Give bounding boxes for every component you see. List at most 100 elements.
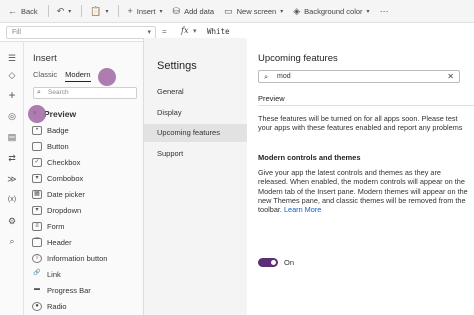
insert-item-progress-bar[interactable]: ▬ Progress Bar bbox=[32, 283, 91, 297]
insert-item-dropdown[interactable]: ▾ Dropdown bbox=[32, 203, 81, 217]
back-button[interactable]: ← Back bbox=[8, 6, 38, 16]
screen-icon: ▭ bbox=[224, 5, 233, 16]
insert-item-label: Radio bbox=[47, 301, 67, 311]
property-dropdown[interactable]: Fill ▾ bbox=[6, 26, 156, 39]
header-icon: ▔ bbox=[32, 237, 42, 247]
insert-item-date-picker[interactable]: ▦ Date picker bbox=[32, 187, 85, 201]
tab-divider bbox=[258, 105, 474, 106]
chevron-down-icon: ▾ bbox=[159, 8, 163, 15]
chevron-down-icon: ▾ bbox=[105, 8, 109, 15]
flows-icon[interactable]: ≫ bbox=[6, 173, 18, 185]
chevron-down-icon[interactable]: ▾ bbox=[193, 27, 197, 35]
insert-item-checkbox[interactable]: ✓ Checkbox bbox=[32, 155, 80, 169]
insert-item-label: Date picker bbox=[47, 189, 85, 199]
plus-icon: + bbox=[127, 6, 133, 16]
preview-group-header[interactable]: ▾ Preview bbox=[33, 109, 77, 119]
clipboard-icon: 📋 bbox=[90, 5, 102, 16]
more-button[interactable]: ⋯ bbox=[380, 6, 389, 17]
button-icon bbox=[32, 141, 42, 151]
insert-label: Insert bbox=[136, 6, 156, 16]
insert-item-label: Progress Bar bbox=[47, 285, 91, 295]
settings-nav-display[interactable]: Display bbox=[144, 104, 247, 122]
clear-icon[interactable]: ✕ bbox=[447, 71, 454, 82]
new-screen-button[interactable]: ▭ New screen ▾ bbox=[224, 6, 283, 17]
insert-plus-icon[interactable]: + bbox=[6, 89, 18, 101]
paint-bucket-icon: ◈ bbox=[293, 5, 301, 16]
insert-item-badge[interactable]: • Badge bbox=[32, 123, 69, 137]
insert-search-placeholder: Search bbox=[48, 89, 69, 96]
toolbar-divider bbox=[118, 5, 120, 17]
power-automate-icon[interactable]: ⇄ bbox=[6, 152, 18, 164]
tutorial-marker bbox=[98, 68, 116, 86]
new-screen-label: New screen bbox=[236, 6, 277, 16]
insert-button[interactable]: + Insert ▾ bbox=[127, 6, 162, 16]
insert-item-label: Checkbox bbox=[47, 157, 81, 167]
paste-button[interactable]: 📋 ▾ bbox=[90, 6, 108, 17]
media-icon[interactable]: ▤ bbox=[6, 131, 18, 143]
search-icon[interactable]: ⌕ bbox=[6, 235, 18, 247]
settings-nav-general[interactable]: General bbox=[144, 83, 247, 101]
insert-item-link[interactable]: 🔗 Link bbox=[32, 267, 61, 281]
property-value: Fill bbox=[12, 29, 21, 36]
insert-item-label: Badge bbox=[47, 125, 69, 135]
tutorial-marker bbox=[28, 105, 46, 123]
add-data-label: Add data bbox=[184, 6, 215, 16]
learn-more-link[interactable]: Learn More bbox=[284, 205, 321, 214]
toggle-knob bbox=[271, 260, 276, 265]
back-arrow-icon: ← bbox=[8, 6, 17, 16]
settings-content: Upcoming features ⌕ mod ✕ Preview These … bbox=[247, 38, 474, 315]
badge-icon: • bbox=[32, 125, 42, 135]
section-title: Modern controls and themes bbox=[258, 153, 361, 162]
preview-group-label: Preview bbox=[44, 109, 77, 119]
features-search-input[interactable]: ⌕ mod ✕ bbox=[258, 70, 460, 83]
tree-view-icon[interactable]: ☰ bbox=[6, 52, 18, 64]
insert-item-button[interactable]: Button bbox=[32, 139, 69, 153]
equals-sign: = bbox=[162, 27, 167, 36]
section-text: Give your app the latest controls and th… bbox=[258, 168, 468, 214]
database-icon: ⛁ bbox=[172, 5, 181, 16]
tab-classic[interactable]: Classic bbox=[33, 70, 57, 82]
undo-button[interactable]: ↶ ▾ bbox=[57, 6, 72, 17]
add-data-button[interactable]: ⛁ Add data bbox=[173, 6, 215, 17]
settings-nav: Settings General Display Upcoming featur… bbox=[144, 38, 247, 315]
variables-icon[interactable]: (x) bbox=[6, 194, 18, 206]
chevron-down-icon: ▾ bbox=[366, 8, 370, 15]
dropdown-icon: ▾ bbox=[32, 205, 42, 215]
layers-icon[interactable]: ◇ bbox=[6, 69, 18, 81]
tools-icon[interactable]: ⚙ bbox=[6, 215, 18, 227]
checkbox-icon: ✓ bbox=[32, 157, 42, 167]
ellipsis-icon: ⋯ bbox=[379, 5, 389, 16]
settings-nav-support[interactable]: Support bbox=[144, 145, 247, 163]
search-icon: ⌕ bbox=[264, 72, 269, 81]
undo-icon: ↶ bbox=[56, 5, 65, 16]
chevron-down-icon: ▾ bbox=[147, 29, 151, 36]
insert-item-header[interactable]: ▔ Header bbox=[32, 235, 72, 249]
insert-pane: Insert Classic Modern ⌕ Search ▾ Preview… bbox=[24, 42, 144, 315]
insert-search-input[interactable]: ⌕ Search bbox=[33, 87, 137, 99]
insert-tabs: Classic Modern bbox=[33, 70, 91, 82]
toggle-label: On bbox=[284, 258, 295, 267]
insert-item-information-button[interactable]: i Information button bbox=[32, 251, 107, 265]
insert-item-radio[interactable]: ● Radio bbox=[32, 299, 67, 313]
background-color-button[interactable]: ◈ Background color ▾ bbox=[293, 6, 369, 17]
insert-item-label: Link bbox=[47, 269, 61, 279]
upcoming-features-title: Upcoming features bbox=[258, 53, 338, 64]
search-icon: ⌕ bbox=[37, 89, 41, 96]
insert-item-label: Header bbox=[47, 237, 72, 247]
data-icon[interactable]: ◎ bbox=[6, 110, 18, 122]
combobox-icon: ▾ bbox=[32, 173, 42, 183]
formula-input[interactable]: White bbox=[207, 27, 230, 36]
intro-text: These features will be turned on for all… bbox=[258, 114, 463, 133]
tab-modern[interactable]: Modern bbox=[65, 70, 91, 82]
fx-icon[interactable]: fx bbox=[181, 26, 188, 35]
settings-title: Settings bbox=[157, 60, 197, 72]
insert-item-label: Dropdown bbox=[47, 205, 82, 215]
form-icon: ≡ bbox=[32, 221, 42, 231]
insert-item-combobox[interactable]: ▾ Combobox bbox=[32, 171, 83, 185]
modern-controls-toggle[interactable] bbox=[258, 258, 278, 267]
insert-item-form[interactable]: ≡ Form bbox=[32, 219, 65, 233]
settings-nav-upcoming-features[interactable]: Upcoming features bbox=[144, 124, 247, 142]
toolbar-divider bbox=[81, 5, 83, 17]
insert-item-label: Combobox bbox=[47, 173, 84, 183]
insert-item-label: Form bbox=[47, 221, 65, 231]
